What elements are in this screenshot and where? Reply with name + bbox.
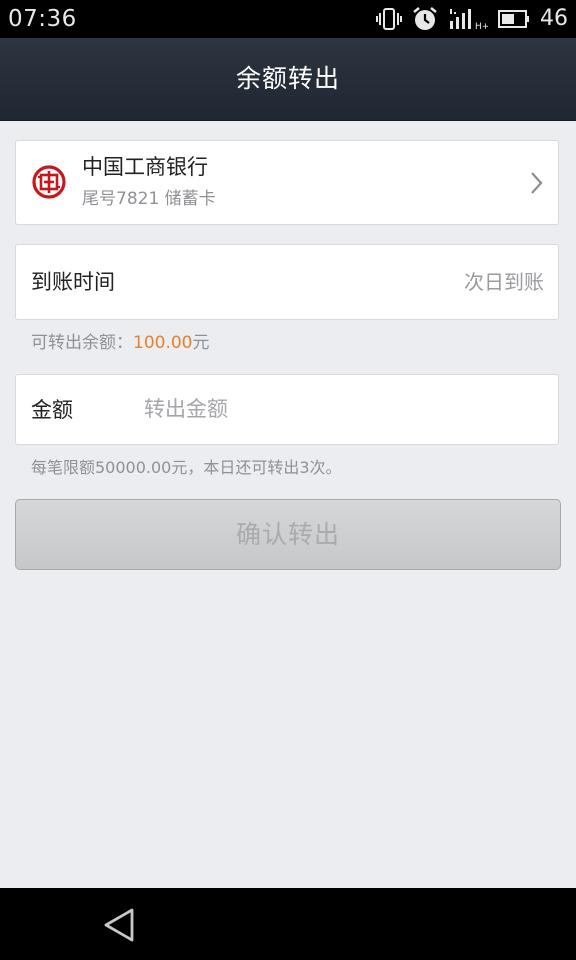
bank-name: 中国工商银行: [82, 155, 208, 179]
bank-card-selector[interactable]: 中国工商银行 尾号7821 储蓄卡: [15, 140, 559, 225]
available-balance-unit: 元: [192, 333, 210, 353]
amount-row: 金额: [15, 374, 559, 445]
alarm-icon: [412, 6, 438, 32]
title-bar: 余额转出: [0, 38, 576, 121]
amount-input[interactable]: [144, 389, 534, 429]
page-title: 余额转出: [235, 64, 340, 93]
icbc-logo-icon: [32, 165, 66, 199]
status-time: 07:36: [8, 6, 77, 32]
battery-icon: [498, 9, 530, 29]
back-icon[interactable]: [100, 906, 140, 944]
vibrate-icon: [376, 7, 402, 31]
limit-note: 每笔限额50000.00元，本日还可转出3次。: [31, 458, 342, 477]
confirm-transfer-button[interactable]: 确认转出: [15, 499, 561, 570]
navigation-bar: [0, 888, 576, 960]
available-balance: 可转出余额：100.00元: [31, 331, 209, 355]
arrival-time-label: 到账时间: [31, 270, 115, 294]
battery-level: 46: [540, 6, 568, 31]
bank-card-detail: 尾号7821 储蓄卡: [82, 189, 216, 209]
arrival-time-row: 到账时间 次日到账: [15, 244, 559, 320]
chevron-right-icon: [530, 171, 544, 195]
signal-icon: H+: [448, 7, 488, 31]
available-balance-label: 可转出余额：: [31, 333, 133, 353]
svg-text:H+: H+: [475, 22, 488, 31]
status-bar: 07:36 H+ 46: [0, 0, 576, 38]
status-icons: H+ 46: [376, 5, 568, 33]
arrival-time-value: 次日到账: [464, 270, 544, 294]
amount-label: 金额: [31, 398, 73, 422]
available-balance-amount: 100.00: [133, 333, 193, 353]
